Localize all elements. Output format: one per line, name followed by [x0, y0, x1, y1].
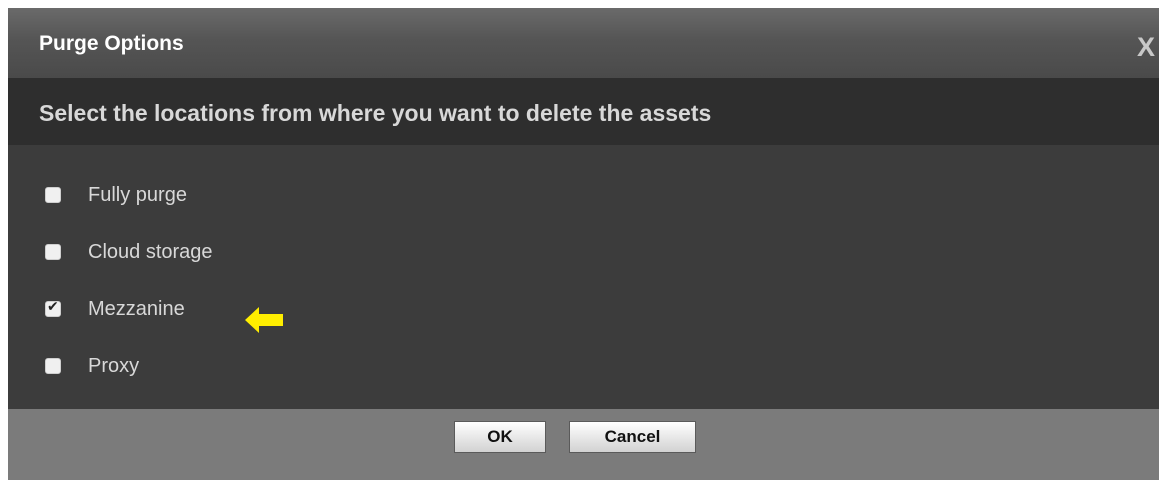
option-label: Fully purge: [88, 183, 187, 206]
cancel-button[interactable]: Cancel: [569, 421, 696, 453]
cloud-storage-checkbox[interactable]: [45, 244, 61, 260]
mezzanine-checkbox[interactable]: ✔: [45, 299, 61, 317]
option-fully-purge[interactable]: Fully purge: [45, 180, 187, 210]
option-mezzanine[interactable]: ✔ Mezzanine: [45, 294, 185, 324]
proxy-checkbox[interactable]: [45, 358, 61, 374]
ok-button[interactable]: OK: [454, 421, 546, 453]
dialog-titlebar: Purge Options X: [8, 8, 1159, 78]
checkmark-icon: ✔: [47, 299, 59, 315]
arrow-left-icon: [245, 307, 283, 333]
option-label: Proxy: [88, 354, 140, 377]
instruction-text: Select the locations from where you want…: [39, 100, 712, 126]
option-label: Mezzanine: [88, 297, 185, 320]
instruction-header: Select the locations from where you want…: [8, 78, 1159, 145]
option-proxy[interactable]: Proxy: [45, 351, 139, 381]
option-cloud-storage[interactable]: Cloud storage: [45, 237, 213, 267]
purge-options-dialog: Purge Options X Select the locations fro…: [8, 8, 1159, 480]
fully-purge-checkbox[interactable]: [45, 187, 61, 203]
options-panel: Fully purge Cloud storage ✔ Mezzanine Pr…: [8, 145, 1159, 409]
dialog-title: Purge Options: [39, 32, 184, 55]
dialog-footer: OK Cancel: [8, 409, 1159, 480]
close-icon[interactable]: X: [1137, 34, 1155, 61]
option-label: Cloud storage: [88, 240, 213, 263]
